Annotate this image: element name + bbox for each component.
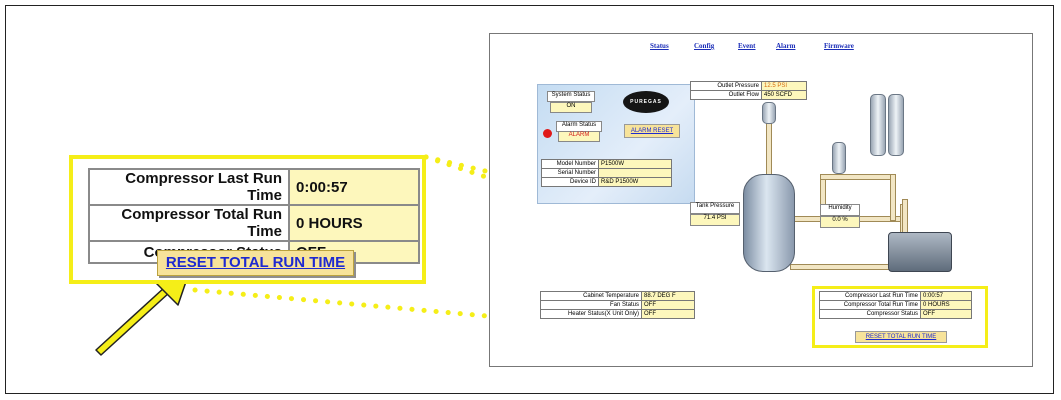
dryer-tower-icon (888, 94, 904, 156)
alarm-status-value: ALARM (558, 131, 600, 142)
alarm-indicator-icon (543, 129, 552, 138)
table-row: Compressor Total Run Time 0 HOURS (820, 301, 971, 309)
table-row: Model Number P1500W (542, 160, 671, 168)
table-row: Compressor Last Run Time 0:00:57 (820, 292, 971, 300)
row-value: P1500W (599, 160, 671, 168)
row-label: Model Number (542, 160, 598, 168)
row-value: 0:00:57 (290, 170, 418, 204)
filter-icon (832, 142, 846, 174)
outlet-valve-icon (762, 102, 776, 124)
humidity-value: 0.0 % (820, 216, 860, 228)
row-label: Outlet Flow (691, 91, 761, 99)
tank-pressure-label: Tank Pressure (690, 202, 740, 214)
row-label: Heater Status(X Unit Only) (541, 310, 641, 318)
compressor-table: Compressor Last Run Time 0:00:57 Compress… (819, 291, 972, 319)
nav-link-alarm[interactable]: Alarm (776, 42, 795, 50)
row-value (599, 169, 671, 177)
row-value: 450 SCFD (762, 91, 806, 99)
zoomed-compressor-panel: Compressor Last Run Time 0:00:57 Compres… (69, 155, 426, 284)
row-value: OFF (642, 310, 694, 318)
cabinet-table: Cabinet Temperature 88.7 DEG F Fan Status… (540, 291, 695, 319)
nav-link-status[interactable]: Status (650, 42, 669, 50)
reset-total-run-time-button[interactable]: RESET TOTAL RUN TIME (157, 250, 354, 276)
device-web-page-screenshot: Status Config Event Alarm Firmware Syste… (489, 33, 1033, 367)
puregas-logo: PUREGAS (623, 91, 669, 113)
system-status-label: System Status (547, 91, 595, 102)
table-row: Fan Status OFF (541, 301, 694, 309)
row-value: 12.5 PSI (762, 82, 806, 90)
row-value: 0 HOURS (921, 301, 971, 309)
tank-pressure-value: 71.4 PSI (690, 214, 740, 226)
row-label: Compressor Last Run Time (820, 292, 920, 300)
row-label: Compressor Total Run Time (820, 301, 920, 309)
dryer-pipe (890, 174, 896, 221)
table-row: Device ID R&D P1500W (542, 178, 671, 186)
status-panel: System Status ON PUREGAS Alarm Status AL… (537, 84, 695, 204)
table-row: Compressor Status OFF (820, 310, 971, 318)
row-value: 0:00:57 (921, 292, 971, 300)
table-row: Outlet Flow 450 SCFD (691, 91, 806, 99)
nav-link-config[interactable]: Config (694, 42, 714, 50)
row-label: Outlet Pressure (691, 82, 761, 90)
outlet-table: Outlet Pressure 12.5 PSI Outlet Flow 450 S… (690, 81, 807, 100)
compressor-motor-icon (888, 232, 952, 272)
row-label: Device ID (542, 178, 598, 186)
table-row: Compressor Total Run Time 0 HOURS (90, 206, 418, 240)
table-row: Heater Status(X Unit Only) OFF (541, 310, 694, 318)
row-label: Cabinet Temperature (541, 292, 641, 300)
row-label: Compressor Status (820, 310, 920, 318)
air-tank-icon (743, 174, 795, 272)
alarm-reset-button[interactable]: ALARM RESET (624, 124, 680, 138)
nav-link-event[interactable]: Event (738, 42, 756, 50)
table-row: Compressor Last Run Time 0:00:57 (90, 170, 418, 204)
row-label: Compressor Total Run Time (90, 206, 288, 240)
table-row: Cabinet Temperature 88.7 DEG F (541, 292, 694, 300)
dryer-pipe (820, 174, 892, 180)
row-value: R&D P1500W (599, 178, 671, 186)
compressor-panel: Compressor Last Run Time 0:00:57 Compress… (812, 286, 988, 348)
row-value: 88.7 DEG F (642, 292, 694, 300)
row-value: OFF (642, 301, 694, 309)
nav-link-firmware[interactable]: Firmware (824, 42, 854, 50)
row-label: Compressor Last Run Time (90, 170, 288, 204)
row-label: Serial Number (542, 169, 598, 177)
humidity-label: Humidity (820, 204, 860, 216)
row-label: Fan Status (541, 301, 641, 309)
system-status-value: ON (550, 102, 592, 113)
reset-total-run-time-button-small[interactable]: RESET TOTAL RUN TIME (855, 331, 947, 343)
dryer-tower-icon (870, 94, 886, 156)
row-value: OFF (921, 310, 971, 318)
device-info-table: Model Number P1500W Serial Number Device … (541, 159, 672, 187)
row-value: 0 HOURS (290, 206, 418, 240)
table-row: Serial Number (542, 169, 671, 177)
table-row: Outlet Pressure 12.5 PSI (691, 82, 806, 90)
